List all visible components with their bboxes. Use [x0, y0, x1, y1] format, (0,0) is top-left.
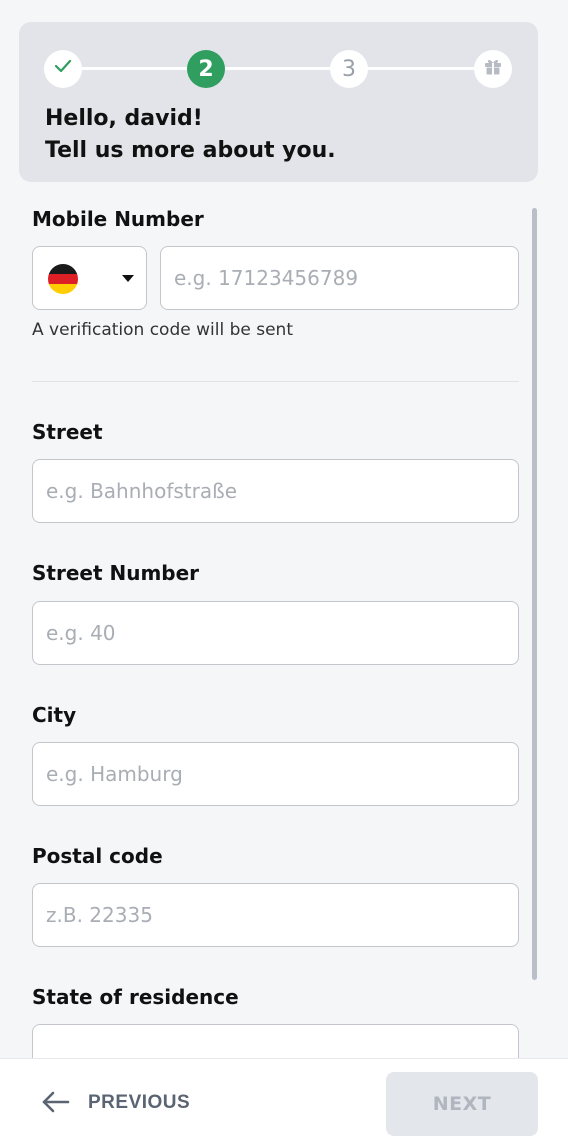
scrollbar[interactable] — [532, 208, 537, 980]
step-4-reward — [474, 50, 512, 88]
city-input[interactable] — [32, 742, 519, 806]
step-3-label: 3 — [342, 56, 356, 82]
country-code-select[interactable] — [32, 246, 147, 310]
step-2-current: 2 — [187, 50, 225, 88]
section-divider — [32, 381, 519, 382]
mobile-number-input[interactable] — [160, 246, 519, 310]
step-1-completed — [44, 50, 82, 88]
greeting-line-1: Hello, david! — [45, 106, 203, 131]
signup-page: 2 3 Hello, david! Tell us more about you… — [0, 0, 568, 1144]
previous-button[interactable]: PREVIOUS — [40, 1080, 210, 1126]
step-3-upcoming: 3 — [330, 50, 368, 88]
verification-hint: A verification code will be sent — [32, 320, 293, 340]
check-icon — [53, 56, 73, 82]
postal-code-input[interactable] — [32, 883, 519, 947]
street-number-label: Street Number — [32, 561, 200, 585]
greeting-line-2: Tell us more about you. — [45, 138, 336, 163]
step-2-label: 2 — [198, 56, 214, 82]
mobile-number-label: Mobile Number — [32, 207, 204, 231]
postal-code-label: Postal code — [32, 844, 163, 868]
germany-flag-icon — [48, 264, 78, 294]
previous-label: PREVIOUS — [88, 1092, 191, 1113]
street-label: Street — [32, 420, 103, 444]
stepper-line — [44, 67, 494, 70]
caret-down-icon — [122, 275, 134, 282]
street-input[interactable] — [32, 459, 519, 523]
greeting: Hello, david! Tell us more about you. — [45, 103, 336, 167]
next-button[interactable]: NEXT — [386, 1072, 538, 1136]
gift-icon — [482, 55, 504, 83]
street-number-input[interactable] — [32, 601, 519, 665]
state-of-residence-label: State of residence — [32, 985, 239, 1009]
arrow-left-icon — [40, 1090, 70, 1117]
city-label: City — [32, 703, 77, 727]
